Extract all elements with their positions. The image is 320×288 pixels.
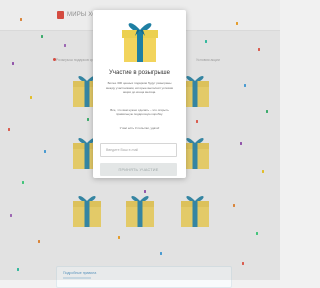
- modal-description: Более 300 ценных подарков будут разыгран…: [106, 81, 173, 95]
- modal-title: Участие в розыгрыше: [109, 70, 170, 76]
- email-field[interactable]: [100, 143, 177, 157]
- attempts-text: У вас есть 3 попытки, удачи!: [119, 126, 160, 130]
- giveaway-modal: Участие в розыгрыше Более 300 ценных под…: [93, 10, 186, 178]
- gift-box-icon: [122, 23, 158, 62]
- modal-note: Все, что вам нужно сделать – это открыть…: [110, 108, 169, 117]
- participate-button[interactable]: ПРИНЯТЬ УЧАСТИЕ: [100, 163, 177, 176]
